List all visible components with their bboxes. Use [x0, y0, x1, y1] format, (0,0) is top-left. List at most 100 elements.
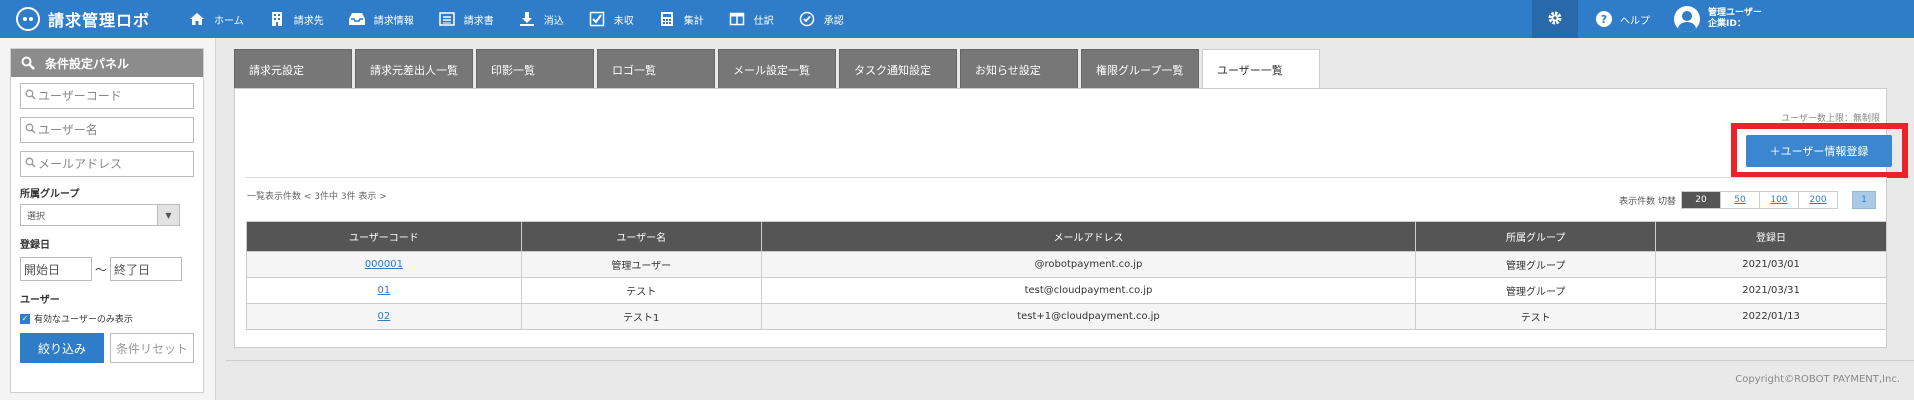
settings-tabs: 請求元設定 請求元差出人一覧 印影一覧 ロゴ一覧 メール設定一覧 タスク通知設定… — [234, 49, 1323, 90]
search-icon — [25, 157, 36, 171]
column-header-date[interactable]: 登録日 — [1655, 221, 1887, 252]
end-date-input[interactable]: 終了日 — [110, 257, 183, 281]
search-icon — [21, 56, 35, 70]
help-label: ヘルプ — [1620, 15, 1650, 27]
date-cell: 2021/03/01 — [1655, 251, 1887, 278]
user-name-cell: テスト — [520, 277, 762, 304]
filter-panel-title: 条件設定パネル — [45, 56, 130, 71]
nav-label: 仕訳 — [753, 15, 774, 27]
nav-label: ホーム — [214, 15, 244, 27]
nav-approval[interactable]: 承認 — [792, 0, 850, 38]
column-header-user-code[interactable]: ユーザーコード — [246, 221, 522, 252]
user-name-cell: 管理ユーザー — [520, 251, 762, 278]
tab-mail-settings[interactable]: メール設定一覧 — [718, 49, 836, 89]
active-only-checkbox[interactable]: ✓ — [20, 313, 30, 324]
gear-icon — [1547, 10, 1563, 29]
user-name-cell: テスト1 — [520, 303, 762, 330]
filter-panel-header: 条件設定パネル — [11, 49, 203, 77]
settings-button[interactable] — [1532, 0, 1578, 38]
nav-reconcile[interactable]: 消込 — [512, 0, 570, 38]
check-circle-icon — [798, 10, 816, 28]
page-size-100[interactable]: 100 — [1759, 191, 1799, 209]
user-code-link[interactable]: 000001 — [365, 259, 403, 270]
tab-seal-list[interactable]: 印影一覧 — [476, 49, 594, 89]
group-select[interactable]: 選択 ▼ — [20, 204, 180, 226]
column-header-user-name[interactable]: ユーザー名 — [520, 221, 762, 252]
add-user-button[interactable]: ＋ユーザー情報登録 — [1746, 135, 1892, 167]
list-icon — [438, 10, 456, 28]
user-code-input[interactable] — [38, 89, 193, 103]
tab-sender-list[interactable]: 請求元差出人一覧 — [355, 49, 473, 89]
robot-logo-icon — [16, 7, 40, 31]
column-header-group[interactable]: 所属グループ — [1415, 221, 1657, 252]
group-cell: 管理グループ — [1415, 251, 1657, 278]
home-icon — [188, 10, 206, 28]
help-link[interactable]: ? ヘルプ — [1588, 11, 1658, 27]
nav-invoice[interactable]: 請求書 — [432, 0, 500, 38]
nav-label: 未収 — [613, 15, 634, 27]
group-cell: 管理グループ — [1415, 277, 1657, 304]
tab-notice-settings[interactable]: お知らせ設定 — [960, 49, 1078, 89]
nav-label: 請求先 — [293, 15, 324, 27]
tab-user-list[interactable]: ユーザー一覧 — [1202, 49, 1320, 90]
active-only-checkbox-row[interactable]: ✓ 有効なユーザーのみ表示 — [20, 312, 194, 325]
group-label: 所属グループ — [20, 189, 80, 200]
top-navigation-bar: 請求管理ロボ ホーム 請求先 請求情報 請求書 消込 未収 集計 仕訳 承認 ?… — [0, 0, 1914, 38]
nav-billing-info[interactable]: 請求情報 — [342, 0, 420, 38]
nav-aggregate[interactable]: 集計 — [652, 0, 710, 38]
page-size-20[interactable]: 20 — [1681, 191, 1721, 209]
page-size-label: 表示件数 切替 — [1619, 196, 1676, 207]
nav-label: 集計 — [683, 15, 704, 27]
table-row: 01 テスト test@cloudpayment.co.jp 管理グループ 20… — [246, 277, 1887, 304]
user-code-link[interactable]: 01 — [378, 285, 391, 296]
footer-divider — [226, 360, 1914, 361]
search-icon — [25, 89, 36, 103]
filter-button[interactable]: 絞り込み — [20, 333, 104, 363]
nav-billing-target[interactable]: 請求先 — [262, 0, 330, 38]
calculator-icon — [658, 10, 676, 28]
user-menu[interactable]: 管理ユーザー 企業ID： — [1674, 6, 1914, 32]
page-size-200[interactable]: 200 — [1798, 191, 1838, 209]
nav-label: 請求書 — [463, 15, 494, 27]
group-select-value: 選択 — [27, 211, 46, 222]
user-table: ユーザーコード ユーザー名 メールアドレス 所属グループ 登録日 000001 … — [246, 221, 1887, 330]
app-title: 請求管理ロボ — [48, 11, 151, 30]
user-name-field — [20, 117, 194, 143]
user-code-link[interactable]: 02 — [378, 311, 391, 322]
page-size-switcher: 表示件数 切替 20 50 100 200 1 — [1619, 191, 1876, 209]
nav-label: 消込 — [543, 15, 564, 27]
checkbox-icon — [588, 10, 606, 28]
tab-billing-source[interactable]: 請求元設定 — [234, 49, 352, 89]
chevron-down-icon: ▼ — [157, 205, 179, 225]
table-header-row: ユーザーコード ユーザー名 メールアドレス 所属グループ 登録日 — [246, 221, 1887, 252]
date-label: 登録日 — [20, 240, 50, 251]
inbox-icon — [348, 10, 366, 28]
tab-permission-groups[interactable]: 権限グループ一覧 — [1081, 49, 1199, 89]
date-cell: 2022/01/13 — [1655, 303, 1887, 330]
email-input[interactable] — [38, 157, 193, 171]
main-nav: ホーム 請求先 請求情報 請求書 消込 未収 集計 仕訳 承認 — [170, 0, 850, 38]
table-row: 000001 管理ユーザー @robotpayment.co.jp 管理グループ… — [246, 251, 1887, 278]
nav-label: 請求情報 — [373, 15, 414, 27]
current-page-button[interactable]: 1 — [1852, 191, 1876, 209]
app-logo[interactable]: 請求管理ロボ — [0, 7, 170, 31]
user-name-input[interactable] — [38, 123, 193, 137]
column-header-email[interactable]: メールアドレス — [760, 221, 1417, 252]
tab-logo-list[interactable]: ロゴ一覧 — [597, 49, 715, 89]
tab-task-notification[interactable]: タスク通知設定 — [839, 49, 957, 89]
building-icon — [268, 10, 286, 28]
nav-unpaid[interactable]: 未収 — [582, 0, 640, 38]
page-size-50[interactable]: 50 — [1720, 191, 1760, 209]
table-row: 02 テスト1 test+1@cloudpayment.co.jp テスト 20… — [246, 303, 1887, 330]
header-right: ? ヘルプ 管理ユーザー 企業ID： — [1532, 0, 1914, 38]
date-cell: 2021/03/31 — [1655, 277, 1887, 304]
nav-home[interactable]: ホーム — [182, 0, 250, 38]
email-cell: test@cloudpayment.co.jp — [760, 277, 1417, 304]
email-field — [20, 151, 194, 177]
nav-journal[interactable]: 仕訳 — [722, 0, 780, 38]
avatar — [1674, 6, 1700, 32]
ledger-icon — [728, 10, 746, 28]
reset-button[interactable]: 条件リセット — [110, 333, 194, 363]
date-separator: 〜 — [95, 262, 108, 277]
start-date-input[interactable]: 開始日 — [20, 257, 92, 281]
